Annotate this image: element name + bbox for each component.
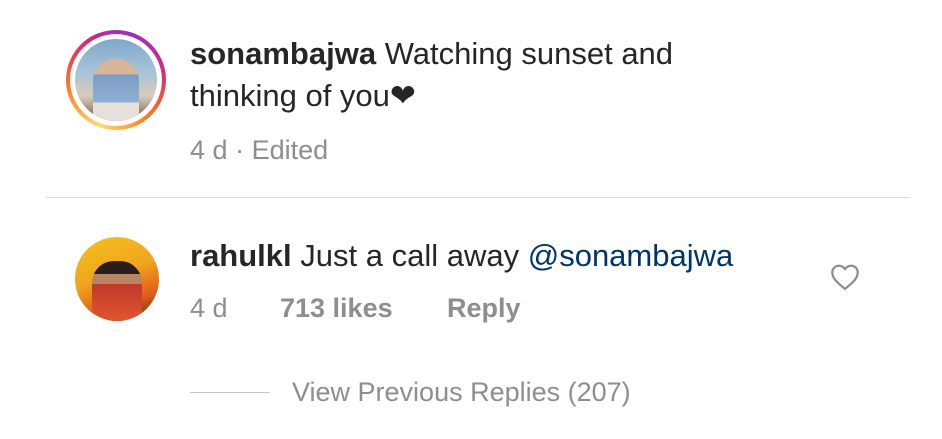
comment-time: 4 d (190, 293, 228, 323)
caption-text-2: thinking of you (190, 78, 390, 113)
comment-line: rahulkl Just a call away @sonambajwa (190, 236, 733, 276)
avatar-ring-gap (70, 34, 162, 126)
caption-avatar-image (75, 39, 157, 121)
divider (46, 197, 910, 198)
reply-button[interactable]: Reply (447, 291, 521, 325)
caption-username[interactable]: sonambajwa (190, 36, 376, 71)
replies-divider-line (190, 392, 270, 393)
caption-line-2: thinking of you❤ (190, 76, 416, 116)
comment-text: Just a call away (300, 238, 520, 273)
comment-username[interactable]: rahulkl (190, 238, 292, 273)
caption-text-1: Watching sunset and (384, 36, 674, 71)
caption-avatar[interactable] (66, 30, 166, 130)
heart-outline-svg (831, 264, 859, 290)
caption-line-1: sonambajwa Watching sunset and (190, 34, 673, 74)
comment-mention[interactable]: @sonambajwa (528, 238, 734, 273)
comment-likes[interactable]: 713 likes (280, 291, 393, 325)
heart-outline-icon[interactable] (828, 260, 862, 294)
caption-time: 4 d (190, 135, 228, 165)
comment-avatar-image (75, 237, 159, 321)
heart-emoji-icon: ❤ (389, 78, 416, 113)
caption-meta: 4 d · Edited (190, 133, 328, 167)
caption-edited: Edited (251, 135, 329, 165)
avatar-figure (92, 261, 142, 321)
avatar-figure (93, 59, 139, 121)
comment-avatar[interactable] (75, 237, 159, 321)
caption-separator: · (235, 135, 245, 165)
view-previous-replies-button[interactable]: View Previous Replies (207) (292, 375, 631, 409)
